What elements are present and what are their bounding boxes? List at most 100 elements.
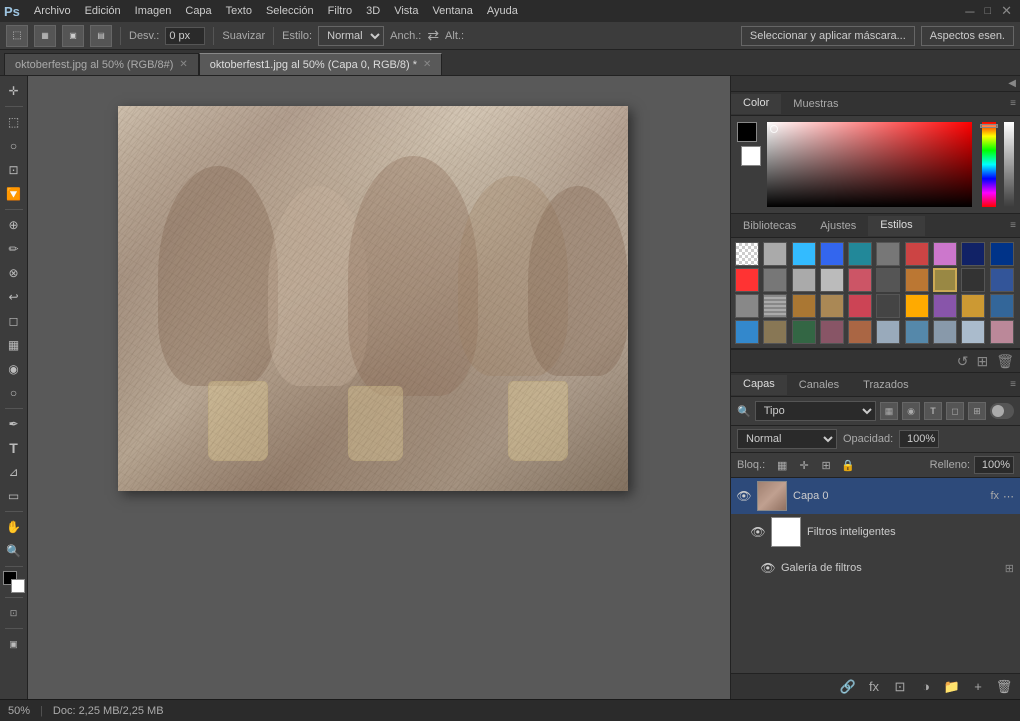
background-color[interactable] [11, 579, 25, 593]
hue-slider[interactable] [982, 122, 996, 207]
select-mask-btn[interactable]: Seleccionar y aplicar máscara... [741, 26, 915, 46]
style-swatch-34[interactable] [820, 320, 844, 344]
layers-mask-btn[interactable]: ⊡ [890, 677, 910, 697]
style-swatch-10[interactable] [990, 242, 1014, 266]
layers-delete-btn[interactable]: 🗑 [994, 677, 1014, 697]
path-tool[interactable]: ⊿ [3, 461, 25, 483]
lock-pixels-icon[interactable]: ▦ [773, 456, 791, 474]
tab2-close[interactable]: ✕ [423, 59, 431, 70]
layer-gallery-options[interactable]: ⊞ [1005, 563, 1014, 575]
layers-new-btn[interactable]: + [968, 677, 988, 697]
style-swatch-28[interactable] [933, 294, 957, 318]
layer-row-gallery[interactable]: 👁 Galería de filtros ⊞ [731, 550, 1020, 586]
menu-filtro[interactable]: Filtro [322, 3, 358, 19]
document-tab-1[interactable]: oktoberfest.jpg al 50% (RGB/8#) ✕ [4, 53, 199, 75]
style-swatch-1[interactable] [735, 242, 759, 266]
selection-tool[interactable]: ⬚ [3, 111, 25, 133]
layer-row-capa0[interactable]: 👁 Capa 0 fx ⋯ [731, 478, 1020, 514]
style-swatch-31[interactable] [735, 320, 759, 344]
style-swatch-27[interactable] [905, 294, 929, 318]
filter-text-icon[interactable]: T [924, 402, 942, 420]
text-tool[interactable]: T [3, 437, 25, 459]
style-swatch-37[interactable] [905, 320, 929, 344]
menu-edicion[interactable]: Edición [79, 3, 127, 19]
opacity-input[interactable] [899, 430, 939, 448]
gradient-tool[interactable]: ▦ [3, 334, 25, 356]
style-swatch-32[interactable] [763, 320, 787, 344]
layers-filter-select[interactable]: Tipo [755, 401, 876, 421]
style-swatch-19[interactable] [961, 268, 985, 292]
estilos-tab[interactable]: Estilos [868, 216, 924, 236]
layer-visibility-smart-filters[interactable]: 👁 [751, 525, 765, 539]
layer-fx-icon[interactable]: fx [990, 490, 999, 502]
style-swatch-21[interactable] [735, 294, 759, 318]
selection-tool-rect[interactable]: ⬚ [6, 25, 28, 47]
layers-link-btn[interactable]: 🔗 [838, 677, 858, 697]
style-swatch-4[interactable] [820, 242, 844, 266]
eraser-tool[interactable]: ◻ [3, 310, 25, 332]
tab1-close[interactable]: ✕ [179, 59, 187, 70]
layers-group-btn[interactable]: 📁 [942, 677, 962, 697]
styles-panel-menu[interactable]: ≡ [1010, 220, 1016, 231]
eyedropper-tool[interactable]: 🔽 [3, 183, 25, 205]
layer-options-icon[interactable]: ⋯ [1003, 490, 1014, 503]
layer-row-smart-filters[interactable]: 👁 Filtros inteligentes [731, 514, 1020, 550]
style-swatch-16[interactable] [876, 268, 900, 292]
selection-style-btn1[interactable]: ▦ [34, 25, 56, 47]
alpha-slider[interactable] [1004, 122, 1014, 207]
color-fg-swatch[interactable] [737, 122, 757, 142]
style-swatch-22[interactable] [763, 294, 787, 318]
pen-tool[interactable]: ✒ [3, 413, 25, 435]
menu-capa[interactable]: Capa [179, 3, 217, 19]
style-swatch-6[interactable] [876, 242, 900, 266]
menu-vista[interactable]: Vista [388, 3, 424, 19]
estilo-select[interactable]: Normal [318, 26, 384, 46]
maximize-btn[interactable]: □ [980, 5, 995, 17]
bibliotecas-tab[interactable]: Bibliotecas [731, 217, 808, 235]
style-swatch-20[interactable] [990, 268, 1014, 292]
panel-collapse-arrow[interactable]: ◀ [1008, 78, 1016, 89]
crop-tool[interactable]: ⊡ [3, 159, 25, 181]
style-swatch-13[interactable] [792, 268, 816, 292]
screen-mode-btn[interactable]: ▣ [3, 633, 25, 655]
stamp-tool[interactable]: ⊗ [3, 262, 25, 284]
aspectos-btn[interactable]: Aspectos esen. [921, 26, 1014, 46]
zoom-tool[interactable]: 🔍 [3, 540, 25, 562]
document-tab-2[interactable]: oktoberfest1.jpg al 50% (Capa 0, RGB/8) … [199, 53, 443, 75]
hand-tool[interactable]: ✋ [3, 516, 25, 538]
style-swatch-24[interactable] [820, 294, 844, 318]
move-tool[interactable]: ✛ [3, 80, 25, 102]
style-swatch-40[interactable] [990, 320, 1014, 344]
filter-smart-icon[interactable]: ⊞ [968, 402, 986, 420]
style-swatch-15[interactable] [848, 268, 872, 292]
selection-style-btn2[interactable]: ▣ [62, 25, 84, 47]
lock-all-icon[interactable]: 🔒 [839, 456, 857, 474]
fg-bg-colors[interactable] [3, 571, 25, 593]
style-swatch-14[interactable] [820, 268, 844, 292]
style-swatch-5[interactable] [848, 242, 872, 266]
style-swatch-3[interactable] [792, 242, 816, 266]
selection-style-btn3[interactable]: ▤ [90, 25, 112, 47]
shape-tool[interactable]: ▭ [3, 485, 25, 507]
filter-shape-icon[interactable]: ◻ [946, 402, 964, 420]
menu-archivo[interactable]: Archivo [28, 3, 77, 19]
blur-tool[interactable]: ◉ [3, 358, 25, 380]
style-swatch-30[interactable] [990, 294, 1014, 318]
dodge-tool[interactable]: ○ [3, 382, 25, 404]
color-spectrum[interactable] [767, 122, 972, 207]
trazados-tab[interactable]: Trazados [851, 376, 920, 394]
style-swatch-29[interactable] [961, 294, 985, 318]
menu-imagen[interactable]: Imagen [129, 3, 178, 19]
brush-tool[interactable]: ✏ [3, 238, 25, 260]
healing-tool[interactable]: ⊕ [3, 214, 25, 236]
style-swatch-18[interactable] [933, 268, 957, 292]
filter-toggle[interactable] [990, 403, 1014, 419]
style-swatch-8[interactable] [933, 242, 957, 266]
history-tool[interactable]: ↩ [3, 286, 25, 308]
style-swatch-39[interactable] [961, 320, 985, 344]
minimize-btn[interactable]: ─ [961, 4, 978, 19]
menu-3d[interactable]: 3D [360, 3, 386, 19]
ajustes-tab[interactable]: Ajustes [808, 217, 868, 235]
lock-artboard-icon[interactable]: ⊞ [817, 456, 835, 474]
fill-input[interactable] [974, 456, 1014, 474]
